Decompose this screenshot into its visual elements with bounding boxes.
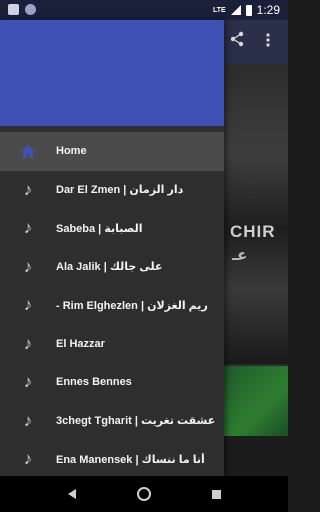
network-type: LTE — [212, 6, 226, 14]
drawer-header — [0, 20, 224, 126]
status-bar: LTE 1:29 — [0, 0, 288, 20]
clock: 1:29 — [256, 3, 280, 17]
menu-item-ala-jalik[interactable]: ♪ Ala Jalik | على جالك — [0, 248, 224, 287]
music-note-icon: ♪ — [23, 256, 33, 276]
background-caption-arabic: عـ — [232, 247, 248, 264]
signal-icon — [230, 5, 241, 15]
menu-item-label: El Hazzar — [56, 337, 105, 350]
background-green-banner — [224, 366, 288, 436]
menu-item-label: Ena Manensek | أنا ما ننساك — [56, 453, 205, 466]
background-image — [224, 64, 288, 364]
system-nav-bar — [0, 476, 288, 512]
recents-button[interactable] — [206, 484, 226, 504]
menu-item-sabeba[interactable]: ♪ Sabeba | الصبابة — [0, 209, 224, 248]
music-note-icon: ♪ — [23, 410, 33, 430]
menu-item-3chegt-tgharit[interactable]: ♪ 3chegt Tgharit | عشقت تغريت — [0, 402, 224, 441]
home-circle-icon — [137, 487, 151, 501]
menu-item-rim-elghezlen[interactable]: ♪ - Rim Elghezlen | ريم الغزلان — [0, 286, 224, 325]
background-caption: CHIR — [230, 222, 276, 241]
share-icon-graphic — [230, 31, 244, 47]
music-note-icon: ♪ — [23, 218, 33, 238]
home-button[interactable] — [134, 484, 154, 504]
more-vert-icon-graphic — [266, 33, 270, 47]
notification-icon — [8, 4, 19, 15]
menu-item-label: Ennes Bennes — [56, 376, 132, 389]
menu-item-ennes-bennes[interactable]: ♪ Ennes Bennes — [0, 363, 224, 402]
music-note-icon: ♪ — [23, 179, 33, 199]
share-icon[interactable] — [226, 30, 248, 52]
drawer-menu: Home ♪ Dar El Zmen | دار الزمان ♪ Sabeba… — [0, 132, 224, 476]
menu-item-label: Home — [56, 145, 87, 158]
menu-item-label: - Rim Elghezlen | ريم الغزلان — [56, 299, 208, 312]
battery-icon — [245, 4, 252, 16]
music-note-icon: ♪ — [23, 333, 33, 353]
back-icon — [68, 489, 76, 499]
menu-item-label: Ala Jalik | على جالك — [56, 261, 163, 274]
notification-icon — [25, 4, 36, 15]
recents-icon — [211, 489, 221, 499]
background-lower-area — [224, 436, 288, 476]
music-note-icon: ♪ — [23, 449, 33, 469]
home-icon — [0, 132, 56, 170]
menu-item-dar-el-zmen[interactable]: ♪ Dar El Zmen | دار الزمان — [0, 171, 224, 210]
menu-item-label: 3chegt Tgharit | عشقت تغريت — [56, 415, 216, 428]
music-note-icon: ♪ — [23, 295, 33, 315]
notification-icons — [8, 4, 36, 15]
back-button[interactable] — [62, 484, 82, 504]
menu-item-home[interactable]: Home — [0, 132, 224, 171]
navigation-drawer: Home ♪ Dar El Zmen | دار الزمان ♪ Sabeba… — [0, 20, 224, 476]
menu-item-el-hazzar[interactable]: ♪ El Hazzar — [0, 325, 224, 364]
music-note-icon: ♪ — [23, 372, 33, 392]
status-right: LTE 1:29 — [213, 3, 280, 17]
more-vert-icon[interactable] — [260, 30, 276, 52]
menu-item-label: Sabeba | الصبابة — [56, 222, 143, 235]
menu-item-label: Dar El Zmen | دار الزمان — [56, 184, 184, 197]
menu-item-ena-manensek[interactable]: ♪ Ena Manensek | أنا ما ننساك — [0, 440, 224, 476]
